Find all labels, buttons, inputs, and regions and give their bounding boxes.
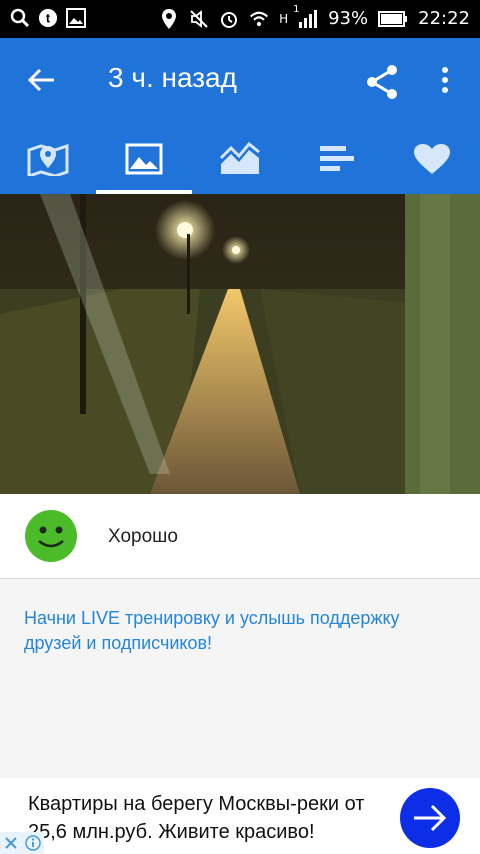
tumblr-icon: t	[38, 8, 58, 28]
svg-text:t: t	[46, 11, 51, 26]
network-type: H 1	[279, 3, 300, 26]
page-title: 3 ч. назад	[108, 62, 237, 93]
battery-icon	[378, 9, 408, 29]
app-bar: 3 ч. назад	[0, 38, 480, 124]
sim-number: 1	[293, 3, 300, 15]
share-button[interactable]	[362, 62, 406, 102]
bars-icon	[320, 146, 354, 171]
ad-badges	[0, 832, 44, 854]
tab-bar	[0, 124, 480, 194]
location-icon	[159, 8, 179, 29]
search-icon	[10, 8, 30, 28]
status-bar: t H 1 93% 22:22	[0, 0, 480, 38]
tab-chart[interactable]	[192, 124, 288, 194]
arrow-right-icon	[400, 788, 460, 848]
ad-go-button[interactable]	[400, 788, 460, 848]
battery-percent: 93%	[328, 8, 369, 29]
mood-label: Хорошо	[108, 526, 178, 547]
park-photo	[0, 194, 480, 494]
back-button[interactable]	[22, 62, 62, 102]
info-icon[interactable]	[22, 832, 44, 854]
mute-icon	[189, 9, 209, 29]
mood-rating: Хорошо	[0, 494, 480, 579]
clock: 22:22	[418, 8, 470, 29]
chart-icon	[219, 142, 260, 174]
tab-photo[interactable]	[96, 124, 192, 194]
share-icon	[367, 65, 397, 99]
workout-photo[interactable]	[0, 194, 480, 494]
more-vert-icon	[442, 67, 448, 93]
wifi-icon	[249, 9, 269, 29]
tab-bars[interactable]	[288, 124, 384, 194]
tab-heart[interactable]	[384, 124, 480, 194]
more-options-button[interactable]	[430, 62, 460, 102]
back-arrow-icon	[27, 68, 54, 92]
signal-icon	[298, 9, 318, 29]
image-icon	[66, 8, 86, 28]
heart-icon	[414, 144, 450, 174]
tab-map[interactable]	[0, 124, 96, 194]
map-icon	[27, 143, 69, 176]
ad-text: Квартиры на берегу Москвы-реки от 25,6 м…	[28, 793, 365, 843]
photo-icon	[125, 143, 163, 175]
alarm-icon	[219, 9, 239, 29]
smiley-good-icon	[25, 510, 77, 562]
close-icon[interactable]	[0, 832, 22, 854]
live-workout-promo-link[interactable]: Начни LIVE тренировку и услышь поддержку…	[24, 606, 454, 656]
ad-banner[interactable]: Квартиры на берегу Москвы-реки от 25,6 м…	[0, 778, 480, 854]
